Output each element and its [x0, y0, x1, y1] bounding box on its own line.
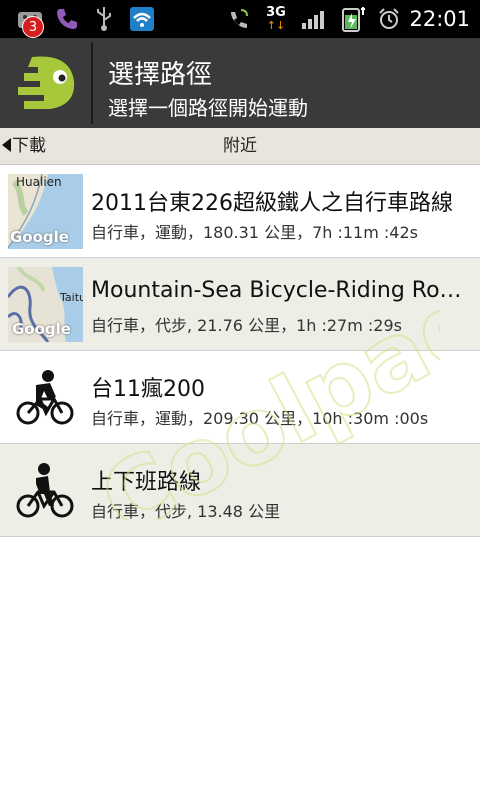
bicycle-icon — [14, 369, 76, 427]
wifi-icon — [128, 4, 156, 34]
route-title: Mountain-Sea Bicycle-Riding Roa... — [91, 278, 471, 303]
route-item[interactable]: Hualien Google 2011台東226超級鐵人之自行車路線 自行車，運… — [0, 165, 480, 258]
page-title: 選擇路徑 — [108, 60, 213, 90]
bicycle-icon — [14, 462, 76, 520]
tab-download[interactable]: 下載 — [2, 128, 46, 165]
map-place-label: Taitu — [60, 291, 83, 304]
route-item[interactable]: Taitu Google Mountain-Sea Bicycle-Riding… — [0, 258, 480, 351]
phone-call-icon — [224, 4, 252, 34]
notification-badge: 3 — [22, 16, 44, 38]
tab-nearby[interactable]: 附近 — [0, 128, 480, 165]
route-list: Hualien Google 2011台東226超級鐵人之自行車路線 自行車，運… — [0, 165, 480, 537]
route-details: 自行車，代步, 13.48 公里 — [91, 502, 281, 521]
alarm-icon — [376, 4, 402, 34]
route-item[interactable]: 上下班路線 自行車，代步, 13.48 公里 — [0, 444, 480, 537]
route-title: 台11瘋200 — [91, 377, 205, 402]
route-details: 自行車，代步, 21.76 公里，1h :27m :29s — [91, 316, 402, 335]
page-subtitle: 選擇一個路徑開始運動 — [108, 96, 308, 120]
phone-icon — [52, 4, 82, 34]
app-logo-icon[interactable] — [0, 38, 90, 128]
tab-download-label: 下載 — [12, 136, 46, 156]
battery-charging-icon — [338, 4, 372, 34]
map-thumbnail: Taitu Google — [8, 267, 83, 342]
map-attribution: Google — [10, 228, 69, 246]
app-header: 選擇路徑 選擇一個路徑開始運動 — [0, 38, 480, 128]
usb-icon — [92, 4, 116, 34]
arrow-left-icon — [2, 138, 11, 152]
tab-bar: 附近 下載 — [0, 128, 480, 165]
route-item[interactable]: 台11瘋200 自行車，運動，209.30 公里，10h :30m :00s — [0, 351, 480, 444]
network-3g-icon: 3G ↑↓ — [266, 5, 286, 32]
map-place-label: Hualien — [16, 175, 62, 189]
clock: 22:01 — [409, 7, 470, 31]
signal-icon — [298, 4, 328, 34]
map-attribution: Google — [12, 320, 71, 338]
header-divider — [91, 42, 93, 124]
route-title: 2011台東226超級鐵人之自行車路線 — [91, 191, 453, 216]
status-bar: 3 3G ↑↓ 22:01 — [0, 0, 480, 38]
map-thumbnail: Hualien Google — [8, 174, 83, 249]
route-title: 上下班路線 — [91, 470, 202, 495]
network-label: 3G — [266, 5, 286, 20]
route-details: 自行車，運動，180.31 公里，7h :11m :42s — [91, 223, 418, 242]
route-details: 自行車，運動，209.30 公里，10h :30m :00s — [91, 409, 429, 428]
